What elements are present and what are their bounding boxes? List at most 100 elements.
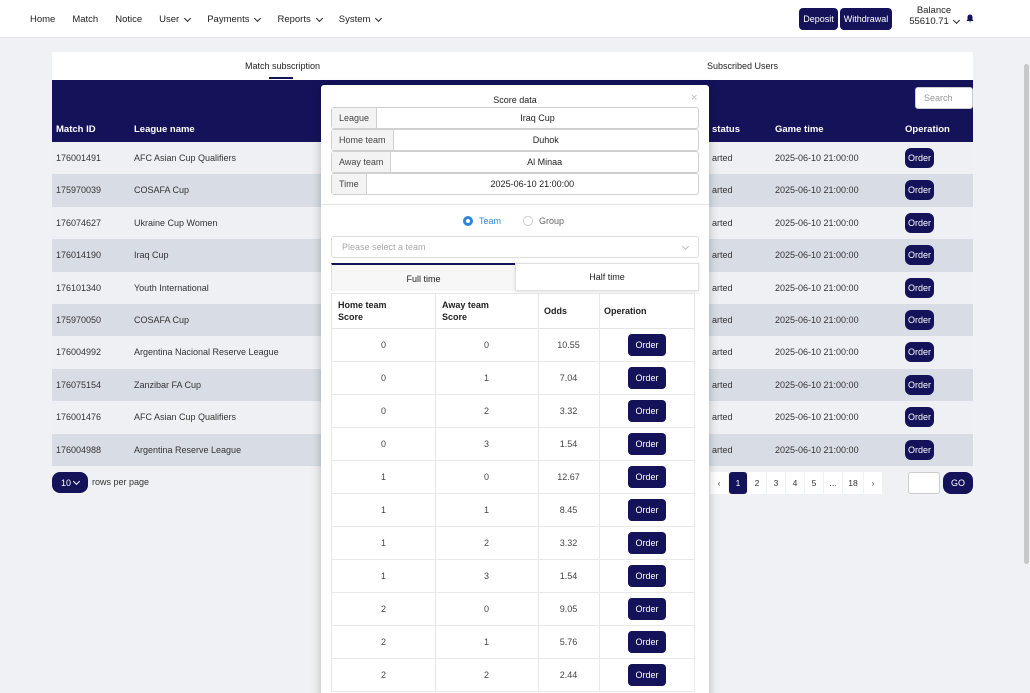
nav-menu: Home Match Notice User Payments Reports …: [30, 14, 398, 25]
close-icon[interactable]: ×: [691, 92, 697, 104]
score-row: 0 2 3.32 Order: [331, 395, 695, 428]
nav-reports[interactable]: Reports: [277, 14, 323, 25]
order-button[interactable]: Order: [905, 212, 934, 233]
radio-icon[interactable]: [523, 216, 534, 226]
cell-game-time: 2025-06-10 21:00:00: [775, 185, 859, 196]
column-divider: [599, 329, 600, 361]
page-button[interactable]: 2: [748, 472, 766, 494]
page-button[interactable]: 1: [729, 472, 747, 494]
column-divider: [435, 494, 436, 526]
column-divider: [599, 527, 600, 559]
score-order-button[interactable]: Order: [628, 664, 666, 686]
score-order-button[interactable]: Order: [628, 532, 666, 554]
column-divider: [599, 626, 600, 658]
bell-icon[interactable]: [966, 14, 974, 23]
cell-game-time: 2025-06-10 21:00:00: [775, 412, 859, 423]
nav-system-label: System: [338, 14, 371, 25]
column-divider: [435, 329, 436, 361]
page-button[interactable]: 4: [786, 472, 804, 494]
nav-user[interactable]: User: [159, 14, 192, 25]
tab-full-time[interactable]: Full time: [331, 263, 515, 291]
score-order-button[interactable]: Order: [628, 334, 666, 356]
cell-league-name: Iraq Cup: [134, 250, 169, 261]
page-scrollbar[interactable]: [1024, 64, 1029, 564]
column-divider: [599, 428, 600, 460]
header-operation: Operation: [905, 124, 950, 135]
cell-status: arted: [712, 185, 733, 196]
rows-per-page-select[interactable]: 10: [52, 472, 88, 493]
nav-match-label: Match: [72, 14, 99, 25]
score-table: Home team Score Away team Score Odds Opera…: [331, 293, 695, 692]
balance-label: Balance: [916, 5, 952, 16]
cell-league-name: Zanzibar FA Cup: [134, 379, 202, 390]
page-button[interactable]: 5: [805, 472, 823, 494]
rows-per-page-label: rows per page: [92, 477, 150, 487]
column-divider: [599, 494, 600, 526]
radio-team-label[interactable]: Team: [479, 216, 501, 226]
score-row: 2 1 5.76 Order: [331, 626, 695, 659]
order-button[interactable]: Order: [905, 180, 934, 201]
column-divider: [538, 626, 539, 658]
nav-match[interactable]: Match: [72, 14, 98, 25]
cell-status: arted: [712, 250, 733, 261]
balance-dropdown[interactable]: Balance 55610.71: [906, 5, 962, 27]
score-table-header: Home team Score Away team Score Odds Opera…: [331, 293, 695, 329]
order-button[interactable]: Order: [905, 277, 934, 298]
column-divider: [435, 527, 436, 559]
order-button[interactable]: Order: [905, 342, 934, 363]
score-order-button[interactable]: Order: [628, 565, 666, 587]
nav-home-label: Home: [30, 14, 56, 25]
score-order-button[interactable]: Order: [628, 400, 666, 422]
column-divider: [538, 362, 539, 394]
order-button[interactable]: Order: [905, 148, 934, 168]
cell-game-time: 2025-06-10 21:00:00: [775, 250, 859, 261]
score-order-button[interactable]: Order: [628, 466, 666, 488]
header-away-score: Away team Score: [442, 300, 489, 322]
header-game-time: Game time: [775, 124, 824, 135]
prev-page-button[interactable]: ‹: [710, 472, 728, 494]
page-button[interactable]: 3: [767, 472, 785, 494]
cell-league-name: Argentina Reserve League: [134, 444, 242, 455]
away-team-value: Al Minaa: [527, 157, 563, 167]
home-team-field: Home team Duhok: [331, 129, 699, 151]
order-button[interactable]: Order: [905, 374, 934, 395]
score-order-button[interactable]: Order: [628, 598, 666, 620]
search-input[interactable]: Search: [915, 87, 973, 109]
time-field: Time 2025-06-10 21:00:00: [331, 173, 699, 195]
order-button[interactable]: Order: [905, 245, 934, 266]
cell-odds: 7.04: [559, 373, 578, 383]
subscription-tabs: Match subscription Subscribed Users: [52, 52, 973, 80]
team-select[interactable]: Please select a team: [331, 236, 699, 258]
next-page-button[interactable]: ›: [864, 472, 882, 494]
column-divider: [599, 362, 600, 394]
cell-away-score: 1: [483, 505, 489, 515]
nav-payments[interactable]: Payments: [207, 14, 262, 25]
column-divider: [538, 461, 539, 493]
page-jump-input[interactable]: [908, 472, 940, 494]
cell-home-score: 1: [380, 505, 386, 515]
score-order-button[interactable]: Order: [628, 367, 666, 389]
tab-match-subscription[interactable]: Match subscription: [245, 61, 320, 71]
column-divider: [435, 626, 436, 658]
nav-system[interactable]: System: [338, 14, 383, 25]
tab-subscribed-users[interactable]: Subscribed Users: [707, 61, 778, 71]
withdrawal-button[interactable]: Withdrawal: [840, 8, 892, 30]
page-button[interactable]: 18: [843, 472, 863, 494]
order-button[interactable]: Order: [905, 407, 934, 428]
nav-home[interactable]: Home: [30, 14, 55, 25]
deposit-button[interactable]: Deposit: [799, 8, 838, 30]
radio-group-label[interactable]: Group: [539, 216, 564, 226]
modal-divider: [321, 204, 709, 205]
score-order-button[interactable]: Order: [628, 631, 666, 653]
order-button[interactable]: Order: [905, 310, 934, 330]
cell-home-score: 1: [380, 472, 386, 482]
tab-half-time[interactable]: Half time: [515, 263, 699, 291]
radio-icon[interactable]: [463, 216, 473, 226]
nav-notice[interactable]: Notice: [115, 14, 142, 25]
cell-match-id: 176001476: [56, 412, 102, 423]
score-order-button[interactable]: Order: [628, 499, 666, 521]
order-button[interactable]: Order: [905, 439, 934, 460]
score-order-button[interactable]: Order: [628, 433, 666, 455]
go-button[interactable]: GO: [943, 472, 973, 494]
cell-odds: 1.54: [559, 571, 578, 581]
